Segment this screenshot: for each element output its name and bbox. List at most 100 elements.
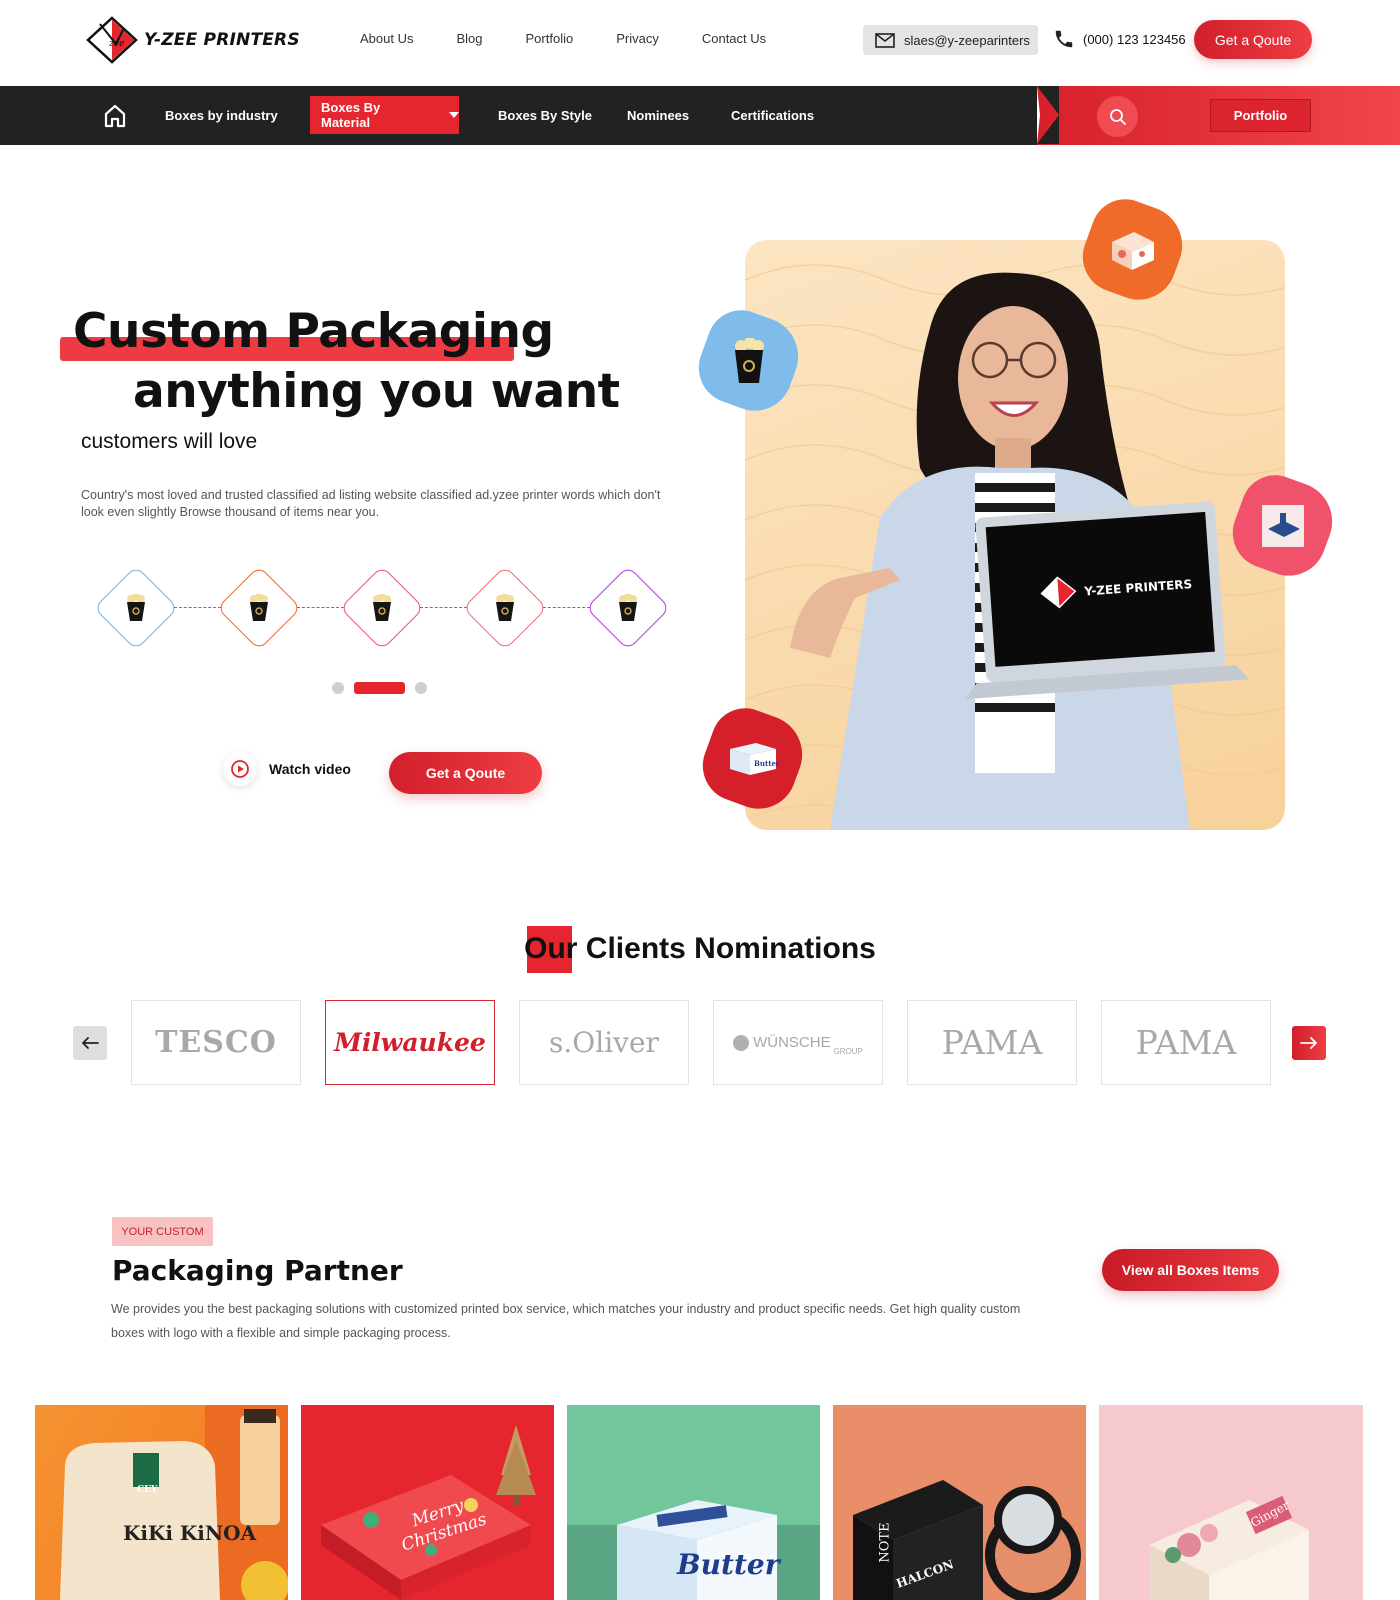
- play-button[interactable]: [223, 752, 257, 786]
- step-connector: [420, 607, 467, 608]
- popcorn-box-icon: [127, 594, 145, 621]
- client-name: s.Oliver: [549, 1026, 659, 1059]
- hero-subtitle: customers will love: [81, 430, 258, 453]
- product-tile[interactable]: Butter: [567, 1405, 820, 1600]
- cat-boxes-by-industry[interactable]: Boxes by industry: [165, 108, 278, 123]
- client-name: Milwaukee: [334, 1028, 486, 1057]
- client-name: PAMA: [941, 1023, 1043, 1062]
- home-icon[interactable]: [104, 104, 126, 128]
- step-connector: [543, 607, 590, 608]
- hero-description: Country's most loved and trusted classif…: [81, 488, 661, 519]
- product-image: [853, 1480, 1081, 1600]
- client-logo-tesco[interactable]: TESCO: [131, 1000, 301, 1085]
- wunsche-dot-icon: [733, 1034, 750, 1051]
- product-tile[interactable]: Merry Christmas: [301, 1405, 554, 1600]
- step-item[interactable]: [92, 564, 180, 652]
- client-subname: GROUP: [833, 1047, 863, 1056]
- carousel-dot[interactable]: [415, 682, 427, 694]
- popcorn-box-icon: [373, 594, 391, 621]
- product-steps: [92, 564, 674, 652]
- carousel-dots: [332, 682, 427, 694]
- client-logo-wunsche[interactable]: WÜNSCHE GROUP: [713, 1000, 883, 1085]
- nav-contact-us[interactable]: Contact Us: [702, 31, 766, 46]
- watch-video-button[interactable]: Watch video: [223, 752, 351, 786]
- cat-boxes-by-material-label: Boxes By Material: [321, 100, 381, 130]
- search-button[interactable]: [1097, 96, 1138, 137]
- nav-accent-notch: [1037, 86, 1059, 144]
- product-label: KiKi KiNOA: [123, 1521, 257, 1545]
- product-sub: CEY: [137, 1485, 158, 1495]
- display-box-icon: [1262, 505, 1304, 547]
- client-logo-pama[interactable]: PAMA: [907, 1000, 1077, 1085]
- clients-title-strong: Our Clients: [524, 932, 686, 965]
- section-tag: YOUR CUSTOM: [112, 1217, 213, 1246]
- step-item[interactable]: [584, 564, 672, 652]
- popcorn-box-icon: [619, 594, 637, 621]
- popcorn-box-icon: [735, 338, 764, 383]
- cat-boxes-by-style[interactable]: Boxes By Style: [498, 108, 592, 123]
- partner-description: We provides you the best packaging solut…: [111, 1302, 1021, 1340]
- play-icon: [231, 760, 249, 778]
- partner-title: Packaging Partner: [112, 1254, 403, 1287]
- popcorn-box-icon: [496, 594, 514, 621]
- nav-accent-edge: [1037, 86, 1040, 144]
- clients-next-button[interactable]: [1292, 1026, 1326, 1060]
- client-name: PAMA: [1135, 1023, 1237, 1062]
- view-all-boxes-button[interactable]: View all Boxes Items: [1102, 1249, 1279, 1291]
- product-image: [321, 1425, 536, 1600]
- nav-about-us[interactable]: About Us: [360, 31, 413, 46]
- product-image: [60, 1405, 288, 1600]
- client-name: WÜNSCHE: [753, 1034, 831, 1051]
- clients-title: Our Clients Nominations: [0, 932, 1400, 966]
- email-text: slaes@y-zeeparinters: [904, 32, 1030, 48]
- butter-box-icon: Butter: [730, 743, 780, 775]
- clients-prev-button[interactable]: [73, 1026, 107, 1060]
- phone-icon: [1055, 30, 1073, 48]
- step-item[interactable]: [338, 564, 426, 652]
- svg-text:zee: zee: [108, 39, 124, 49]
- carousel-dot[interactable]: [332, 682, 344, 694]
- top-navigation: About Us Blog Portfolio Privacy Contact …: [360, 31, 809, 46]
- svg-text:Butter: Butter: [754, 759, 780, 768]
- nav-portfolio[interactable]: Portfolio: [526, 31, 574, 46]
- nav-blog[interactable]: Blog: [456, 31, 482, 46]
- mail-icon: [875, 32, 895, 48]
- get-quote-hero-button[interactable]: Get a Qoute: [389, 752, 542, 794]
- arrow-left-icon: [82, 1037, 99, 1049]
- clients-title-rest: Nominations: [685, 932, 876, 965]
- hero-woman-with-laptop: Y-ZEE PRINTERS: [790, 272, 1249, 830]
- step-connector: [174, 607, 221, 608]
- cat-nominees[interactable]: Nominees: [627, 108, 689, 123]
- client-logo-pama-2[interactable]: PAMA: [1101, 1000, 1271, 1085]
- step-item[interactable]: [215, 564, 303, 652]
- product-tile[interactable]: Ginger: [1099, 1405, 1363, 1600]
- portfolio-button[interactable]: Portfolio: [1210, 99, 1311, 132]
- brand-logo[interactable]: zee Y-ZEE PRINTERS: [86, 16, 300, 64]
- hero-title-line1: Custom Packaging: [73, 304, 554, 359]
- cat-boxes-by-material-dropdown[interactable]: Boxes By Material: [310, 96, 459, 134]
- brand-name: Y-ZEE PRINTERS: [144, 30, 300, 50]
- search-icon: [1109, 108, 1126, 125]
- nav-privacy[interactable]: Privacy: [616, 31, 659, 46]
- watch-video-label: Watch video: [269, 761, 351, 777]
- gift-box-icon: [1112, 232, 1154, 270]
- phone-text: (000) 123 123456: [1083, 31, 1186, 47]
- step-connector: [297, 607, 344, 608]
- product-sub: NOTE: [877, 1522, 893, 1563]
- carousel-dot-active[interactable]: [354, 682, 405, 694]
- client-logo-soliver[interactable]: s.Oliver: [519, 1000, 689, 1085]
- arrow-right-icon: [1300, 1037, 1317, 1049]
- chevron-down-icon: [449, 112, 459, 118]
- get-quote-header-button[interactable]: Get a Qoute: [1194, 20, 1312, 59]
- top-header: zee Y-ZEE PRINTERS About Us Blog Portfol…: [0, 0, 1400, 86]
- product-image: [1149, 1495, 1309, 1600]
- phone-contact[interactable]: (000) 123 123456: [1053, 28, 1186, 50]
- step-item[interactable]: [461, 564, 549, 652]
- cat-certifications[interactable]: Certifications: [731, 108, 814, 123]
- category-navbar: Boxes by industry Boxes By Material Boxe…: [0, 86, 1400, 145]
- email-contact[interactable]: slaes@y-zeeparinters: [863, 25, 1038, 55]
- product-tile[interactable]: KiKi KiNOA CEY: [35, 1405, 288, 1600]
- product-tile[interactable]: HALCON NOTE: [833, 1405, 1086, 1600]
- client-name: TESCO: [155, 1025, 277, 1060]
- client-logo-milwaukee[interactable]: Milwaukee: [325, 1000, 495, 1085]
